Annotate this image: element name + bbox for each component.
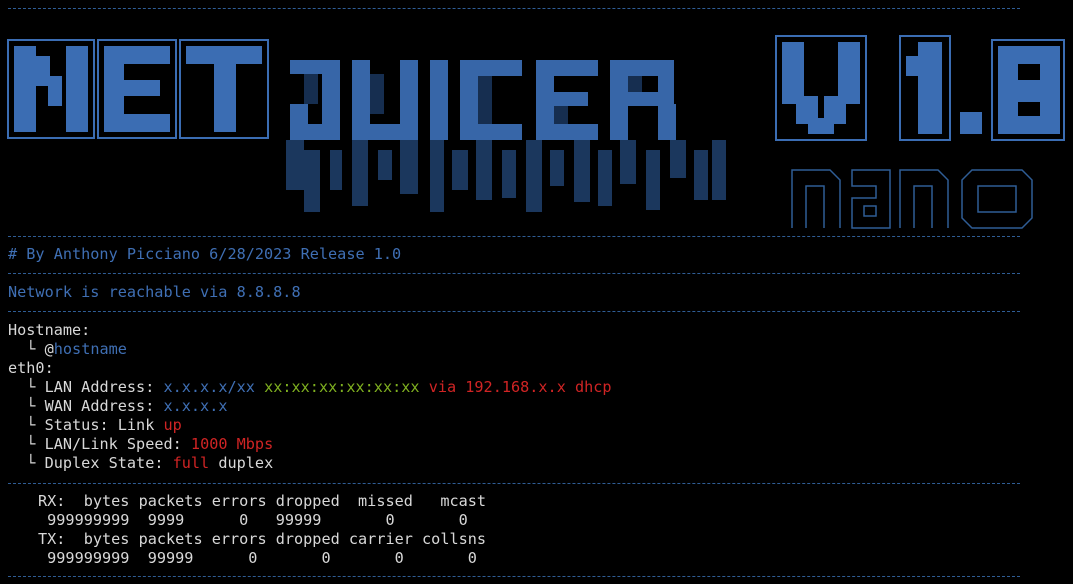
tree-branch-icon: └	[26, 378, 36, 396]
banner-subtitle-art	[791, 169, 1033, 229]
divider-banner	[8, 236, 1020, 237]
hostname-label: Hostname:	[8, 321, 91, 339]
rx-header: RX: bytes packets errors dropped missed …	[38, 492, 487, 510]
hostname-value: hostname	[53, 340, 127, 358]
tree-branch-icon: └	[26, 435, 36, 453]
divider-reachable	[8, 311, 1020, 312]
wan-ip: x.x.x.x	[163, 397, 228, 415]
author-line: # By Anthony Picciano 6/28/2023 Release …	[8, 245, 402, 263]
tx-values: 999999999 99999 0 0 0 0	[38, 549, 477, 567]
duplex-row: └ Duplex State: full duplex	[8, 454, 273, 473]
interface-name: eth0:	[8, 359, 54, 377]
speed-label: LAN/Link Speed:	[44, 435, 191, 453]
tree-branch-icon: └	[26, 340, 36, 358]
hostname-row: └ @hostname	[8, 340, 127, 359]
lan-ip: x.x.x.x/xx	[163, 378, 255, 396]
hostname-prefix: @	[44, 340, 54, 358]
divider-top	[8, 8, 1020, 9]
status-label: Status: Link	[44, 416, 164, 434]
speed-row: └ LAN/Link Speed: 1000 Mbps	[8, 435, 273, 454]
gateway-via: via 192.168.x.x dhcp	[428, 378, 612, 396]
divider-author	[8, 273, 1020, 274]
wan-address-label: WAN Address:	[44, 397, 164, 415]
tree-branch-icon: └	[26, 397, 36, 415]
status-row: └ Status: Link up	[8, 416, 182, 435]
link-speed-value: 1000 Mbps	[190, 435, 274, 453]
lan-address-label: LAN Address:	[44, 378, 164, 396]
rx-values: 999999999 9999 0 99999 0 0	[38, 511, 468, 529]
divider-bottom	[8, 576, 1020, 577]
reachable-status: Network is reachable via 8.8.8.8	[8, 283, 301, 301]
lan-address-row: └ LAN Address: x.x.x.x/xx xx:xx:xx:xx:xx…	[8, 378, 612, 397]
tree-branch-icon: └	[26, 454, 36, 472]
banner-title-art	[7, 35, 1065, 212]
divider-details	[8, 483, 1020, 484]
duplex-suffix: duplex	[209, 454, 274, 472]
mac-address: xx:xx:xx:xx:xx:xx	[264, 378, 420, 396]
netjuicer-banner	[7, 35, 1065, 229]
tx-header: TX: bytes packets errors dropped carrier…	[38, 530, 487, 548]
duplex-label: Duplex State:	[44, 454, 173, 472]
tree-branch-icon: └	[26, 416, 36, 434]
duplex-value: full	[172, 454, 210, 472]
wan-address-row: └ WAN Address: x.x.x.x	[8, 397, 228, 416]
link-status-value: up	[163, 416, 182, 434]
